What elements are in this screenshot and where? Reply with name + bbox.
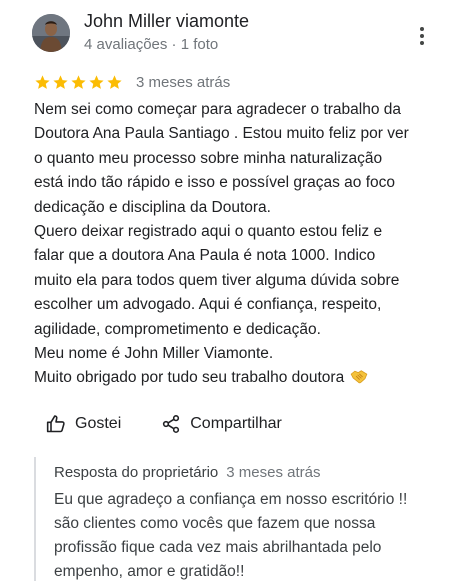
author-name[interactable]: John Miller viamonte: [84, 11, 249, 32]
more-vert-icon: [420, 27, 424, 45]
rating-row: 3 meses atrás: [34, 72, 230, 92]
avatar-photo: [32, 14, 70, 52]
owner-reply: Resposta do proprietário 3 meses atrás Eu…: [34, 457, 456, 581]
owner-reply-header: Resposta do proprietário 3 meses atrás: [54, 464, 320, 482]
review-line: Quero deixar registrado aqui o quanto es…: [34, 223, 383, 241]
review-line: agilidade, comprometimento e dedicação.: [34, 320, 321, 338]
star-icon: [71, 74, 86, 89]
owner-reply-line: Eu que agradeço a confiança em nosso esc…: [54, 491, 408, 508]
star-icon: [53, 74, 68, 89]
handshake-emoji: [350, 370, 368, 384]
like-label: Gostei: [75, 415, 122, 432]
star-rating: [34, 74, 123, 91]
owner-reply-line: são clientes como vocês que fazem que no…: [54, 515, 376, 532]
more-options-button[interactable]: [412, 24, 432, 48]
owner-reply-date: 3 meses atrás: [226, 464, 321, 481]
review-line: escolher um advogado. Aqui é confiança, …: [34, 296, 382, 314]
share-button[interactable]: Compartilhar: [161, 414, 282, 434]
share-label: Compartilhar: [190, 415, 282, 432]
author-meta: 4 avaliações · 1 foto: [84, 36, 219, 53]
review-line: falar que a doutora Ana Paula é nota 100…: [34, 247, 376, 265]
star-icon: [35, 74, 50, 89]
review-line: Meu nome é John Miller Viamonte.: [34, 345, 274, 363]
like-button[interactable]: Gostei: [46, 414, 121, 434]
owner-reply-line: profissão fique cada vez mais abrilhanta…: [54, 539, 382, 556]
thumbs-up-icon: [46, 415, 65, 433]
star-icon: [107, 74, 122, 89]
review-header: John Miller viamonte 4 avaliações · 1 fo…: [0, 0, 458, 66]
review-line: muito ela para todos quem tiver alguma d…: [34, 271, 400, 289]
share-icon: [163, 415, 180, 433]
review-date: 3 meses atrás: [136, 73, 231, 91]
star-icon: [89, 74, 104, 89]
review-line: Muito obrigado por tudo seu trabalho dou…: [34, 366, 450, 390]
review-line: está indo tão rápido e isso e possível g…: [34, 174, 396, 192]
owner-reply-text: Eu que agradeço a confiança em nosso esc…: [54, 488, 407, 584]
review-line: Nem sei como começar para agradecer o tr…: [34, 101, 402, 118]
review-line: dedicação e disciplina da Doutora.: [34, 198, 271, 216]
review-actions: Gostei Compartilhar: [46, 411, 282, 437]
avatar[interactable]: [32, 14, 70, 52]
review-text: Nem sei como começar para agradecer o tr…: [34, 98, 450, 391]
review-line: Doutora Ana Paula Santiago . Estou muito…: [34, 125, 409, 143]
owner-reply-line: empenho, amor e gratidão!!: [54, 563, 245, 580]
owner-reply-label: Resposta do proprietário: [54, 464, 219, 481]
review-line: o quanto meu processo sobre minha natura…: [34, 149, 383, 167]
